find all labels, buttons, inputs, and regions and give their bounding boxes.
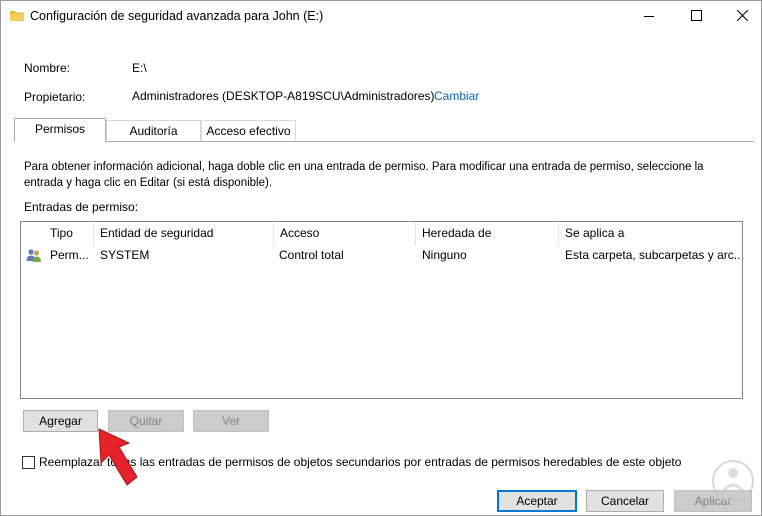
title-bar[interactable]: Configuración de seguridad avanzada para… — [1, 1, 761, 32]
watermark-logo — [711, 459, 755, 506]
owner-value: Administradores (DESKTOP-A819SCU\Adminis… — [132, 89, 435, 103]
close-icon — [736, 9, 748, 24]
replace-child-permissions-checkbox[interactable] — [22, 456, 35, 469]
column-header-entidad[interactable]: Entidad de seguridad — [94, 222, 274, 246]
advanced-security-window: Configuración de seguridad avanzada para… — [0, 0, 762, 516]
name-label: Nombre: — [24, 61, 71, 75]
description-text: Para obtener información adicional, haga… — [24, 161, 704, 189]
maximize-button[interactable] — [673, 1, 719, 32]
permission-entries-list[interactable]: Tipo Entidad de seguridad Acceso Heredad… — [20, 221, 743, 399]
entries-label: Entradas de permiso: — [24, 200, 139, 214]
cancel-button[interactable]: Cancelar — [586, 490, 664, 512]
minimize-button[interactable] — [626, 1, 672, 32]
cell-aplica: Esta carpeta, subcarpetas y arc... — [565, 248, 740, 262]
cell-entidad: SYSTEM — [100, 248, 150, 262]
cell-acceso: Control total — [279, 248, 344, 262]
window-title: Configuración de seguridad avanzada para… — [30, 9, 324, 23]
column-header-tipo[interactable]: Tipo — [44, 222, 94, 246]
tab-auditoria[interactable]: Auditoría — [106, 120, 201, 141]
cell-heredada: Ninguno — [422, 248, 467, 262]
add-button[interactable]: Agregar — [23, 410, 98, 432]
close-button[interactable] — [719, 1, 762, 32]
folder-icon — [10, 9, 24, 24]
cell-tipo: Perm... — [50, 248, 89, 262]
minimize-icon — [644, 10, 654, 24]
column-header-acceso[interactable]: Acceso — [274, 222, 416, 246]
view-button[interactable]: Ver — [193, 410, 269, 432]
maximize-icon — [690, 9, 702, 24]
users-icon — [26, 248, 42, 266]
annotation-arrow — [89, 425, 145, 494]
column-header-aplica[interactable]: Se aplica a — [559, 222, 739, 246]
table-row[interactable]: Perm... SYSTEM Control total Ninguno Est… — [21, 246, 742, 266]
change-owner-link[interactable]: Cambiar — [434, 89, 479, 103]
tab-permisos[interactable]: Permisos — [14, 118, 106, 142]
owner-label: Propietario: — [24, 90, 86, 104]
ok-button[interactable]: Aceptar — [497, 490, 577, 512]
column-header-heredada[interactable]: Heredada de — [416, 222, 559, 246]
tab-acceso-efectivo[interactable]: Acceso efectivo — [201, 120, 296, 141]
name-value: E:\ — [132, 61, 147, 75]
